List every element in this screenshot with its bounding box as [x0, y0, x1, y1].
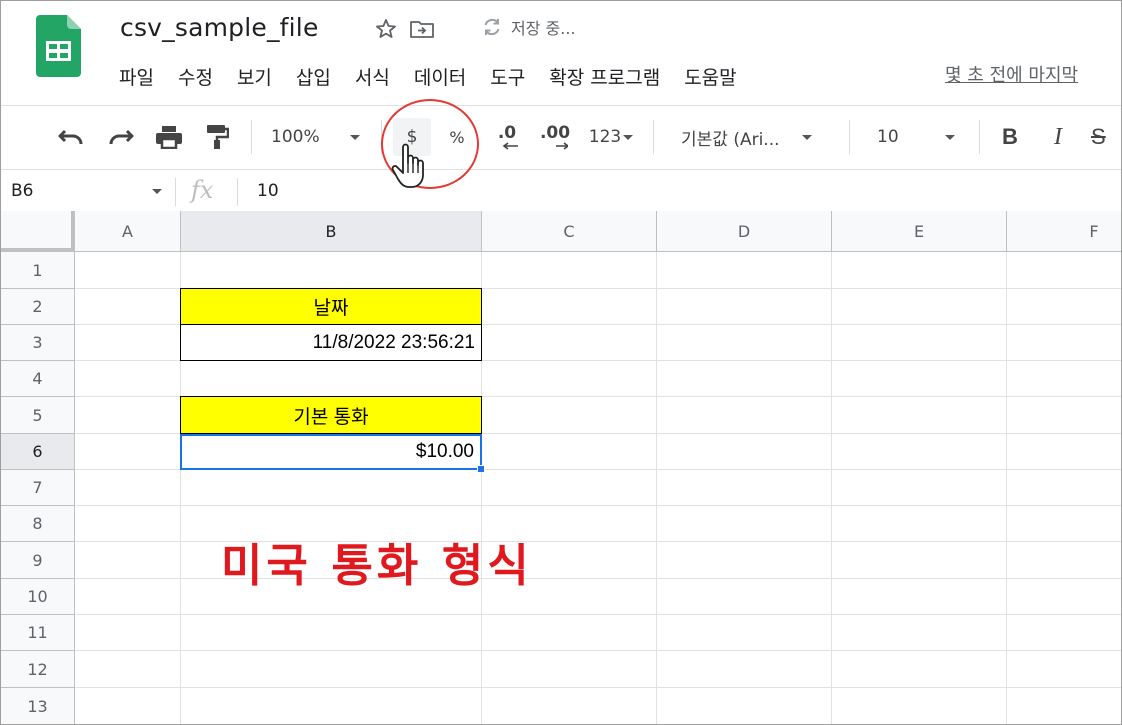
bold-label: B	[1002, 124, 1018, 149]
redo-icon[interactable]	[103, 118, 139, 156]
toolbar-divider	[381, 120, 382, 154]
decrease-decimal-label: .0	[497, 123, 517, 143]
row-header-2[interactable]: 2	[1, 289, 75, 325]
name-box[interactable]: B6	[11, 170, 33, 212]
toolbar-divider	[849, 120, 850, 154]
gridline	[75, 687, 1121, 688]
menu-insert[interactable]: 삽입	[284, 63, 343, 90]
italic-button[interactable]: I	[1041, 118, 1075, 156]
column-header-e[interactable]: E	[832, 211, 1007, 252]
formula-divider	[175, 178, 176, 206]
strikethrough-button[interactable]: S	[1091, 118, 1121, 156]
star-icon[interactable]	[371, 14, 401, 44]
row-header-9[interactable]: 9	[1, 542, 75, 579]
gridline	[75, 650, 1121, 651]
menu-file[interactable]: 파일	[107, 63, 166, 90]
strikethrough-label: S	[1091, 124, 1106, 149]
italic-label: I	[1054, 123, 1062, 150]
menu-tools[interactable]: 도구	[478, 63, 537, 90]
more-formats-button[interactable]: 123	[583, 118, 639, 156]
chevron-down-icon[interactable]	[152, 189, 162, 194]
row-header-12[interactable]: 12	[1, 651, 75, 688]
menu-extensions[interactable]: 확장 프로그램	[537, 63, 672, 90]
column-header-b[interactable]: B	[181, 211, 482, 252]
menu-bar: 파일 수정 보기 삽입 서식 데이터 도구 확장 프로그램 도움말	[107, 61, 749, 91]
row-header-8[interactable]: 8	[1, 506, 75, 542]
formula-bar: B6 fx 10	[1, 169, 1121, 212]
percent-symbol: %	[449, 127, 465, 147]
formula-input[interactable]: 10	[257, 170, 279, 212]
title-actions	[371, 13, 443, 45]
gridline	[75, 614, 1121, 615]
saving-status: 저장 중...	[481, 15, 576, 39]
sync-icon	[481, 16, 503, 38]
cell-b6[interactable]: $10.00	[180, 434, 482, 470]
chevron-down-icon	[623, 134, 634, 140]
hand-cursor-icon	[391, 143, 424, 188]
toolbar: 100% $ % .0 .00 123 기본값 (Ari... 10 B I S	[1, 105, 1121, 169]
decrease-decimal-button[interactable]: .0	[487, 118, 527, 156]
document-title[interactable]: csv_sample_file	[120, 13, 319, 42]
print-icon[interactable]	[151, 118, 187, 156]
column-header-a[interactable]: A	[75, 211, 181, 252]
cell-b5[interactable]: 기본 통화	[180, 396, 482, 434]
toolbar-divider	[251, 120, 252, 154]
saving-status-text: 저장 중...	[511, 19, 576, 38]
annotation-text: 미국 통화 형식	[221, 539, 533, 592]
zoom-select[interactable]: 100%	[271, 118, 371, 156]
menu-data[interactable]: 데이터	[402, 63, 478, 90]
increase-decimal-button[interactable]: .00	[535, 118, 575, 156]
menu-view[interactable]: 보기	[225, 63, 284, 90]
undo-icon[interactable]	[53, 118, 89, 156]
font-select[interactable]: 기본값 (Ari...	[681, 118, 837, 156]
paint-format-icon[interactable]	[199, 118, 235, 156]
arrow-right-icon	[556, 142, 568, 150]
row-header-6[interactable]: 6	[1, 434, 75, 470]
row-header-13[interactable]: 13	[1, 688, 75, 724]
cell-b3[interactable]: 11/8/2022 23:56:21	[180, 324, 482, 361]
move-to-folder-icon[interactable]	[407, 14, 437, 44]
gridline	[831, 252, 832, 724]
row-header-4[interactable]: 4	[1, 361, 75, 397]
fx-icon: fx	[191, 176, 214, 204]
column-header-d[interactable]: D	[657, 211, 832, 252]
chevron-down-icon	[801, 134, 812, 140]
arrow-left-icon	[502, 142, 518, 150]
chevron-down-icon	[349, 134, 360, 140]
row-header-10[interactable]: 10	[1, 579, 75, 615]
row-header-11[interactable]: 11	[1, 615, 75, 651]
sheets-logo-icon[interactable]	[36, 15, 81, 77]
more-formats-label: 123	[588, 127, 622, 147]
menu-help[interactable]: 도움말	[672, 63, 748, 90]
gridline	[656, 252, 657, 724]
column-header-f[interactable]: F	[1007, 211, 1121, 252]
row-header-1[interactable]: 1	[1, 252, 75, 289]
increase-decimal-label: .00	[539, 123, 571, 143]
last-edit-link[interactable]: 몇 초 전에 마지막	[945, 61, 1078, 87]
sheet-grid: A B C D E F 1 2 3 4 5 6 7 8 9 10 11 12 1…	[1, 211, 1121, 724]
zoom-value: 100%	[271, 127, 320, 147]
bold-button[interactable]: B	[993, 118, 1027, 156]
gridline	[75, 505, 1121, 506]
percent-format-button[interactable]: %	[439, 118, 475, 156]
chevron-down-icon	[944, 134, 955, 140]
font-value: 기본값 (Ari...	[681, 129, 780, 150]
formula-divider	[237, 178, 238, 206]
select-all-corner[interactable]	[1, 211, 75, 252]
toolbar-divider	[979, 120, 980, 154]
row-header-7[interactable]: 7	[1, 470, 75, 506]
menu-format[interactable]: 서식	[343, 63, 402, 90]
header: csv_sample_file 저장 중... 파일 수정 보기 삽입 서식 데…	[1, 1, 1121, 105]
cell-b2[interactable]: 날짜	[180, 288, 482, 325]
gridline	[1006, 252, 1007, 724]
menu-edit[interactable]: 수정	[166, 63, 225, 90]
font-size-value: 10	[877, 127, 899, 147]
font-size-select[interactable]: 10	[877, 118, 969, 156]
toolbar-divider	[653, 120, 654, 154]
row-header-3[interactable]: 3	[1, 325, 75, 361]
row-header-5[interactable]: 5	[1, 397, 75, 434]
app-window: csv_sample_file 저장 중... 파일 수정 보기 삽입 서식 데…	[0, 0, 1122, 725]
fill-handle[interactable]	[477, 465, 485, 473]
column-header-c[interactable]: C	[482, 211, 657, 252]
